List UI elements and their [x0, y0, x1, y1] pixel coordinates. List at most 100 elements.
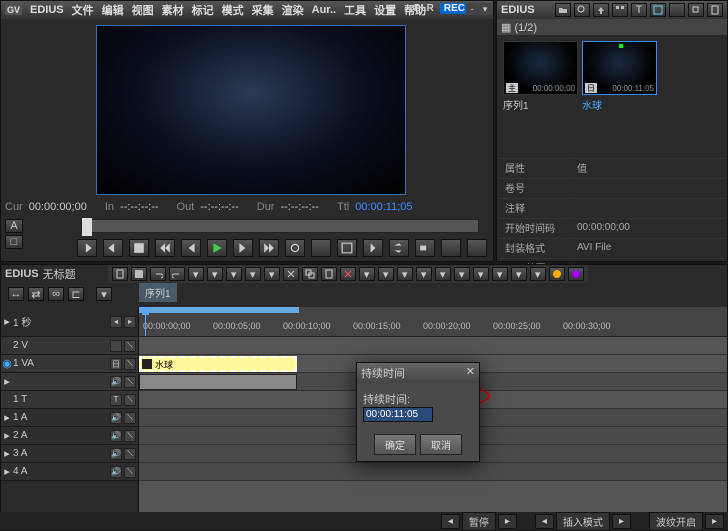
status-prev-icon[interactable]: ◂ [441, 514, 460, 529]
tl-undo-icon[interactable] [150, 267, 166, 281]
track-header-va2[interactable]: ▸🔊⟍ [1, 373, 138, 391]
menu-settings[interactable]: 设置 [374, 2, 396, 18]
track-header-1a[interactable]: ▸1 A🔊⟍ [1, 409, 138, 427]
track-expand[interactable]: ▸ [1, 375, 13, 388]
transport-extra1[interactable] [441, 239, 461, 257]
overwrite-button[interactable] [389, 239, 409, 257]
track-expand[interactable]: ▸ [1, 447, 13, 460]
bin-up-icon[interactable] [593, 3, 609, 17]
tl-ripple-icon[interactable]: ▾ [359, 267, 375, 281]
bin-search-icon[interactable] [574, 3, 590, 17]
speaker-icon[interactable]: 🔊 [110, 412, 122, 424]
range-bar[interactable] [139, 307, 299, 313]
track-menu-icon[interactable]: ⟍ [124, 448, 136, 460]
goto-out-button[interactable] [337, 239, 357, 257]
track-header-1va[interactable]: ◉1 VA日⟍ [1, 355, 138, 373]
cur-tc[interactable]: 00:00:00;00 [29, 201, 87, 213]
status-pause[interactable]: 暂停 [462, 512, 496, 531]
stop-button[interactable] [129, 239, 149, 257]
timescale-label[interactable]: 1 秒 [13, 314, 63, 329]
bin-cut-icon[interactable] [669, 3, 685, 17]
rec-tab[interactable]: REC [440, 3, 469, 14]
tl-tool10-icon[interactable]: ▾ [530, 267, 546, 281]
track-lock-icon[interactable] [110, 340, 122, 352]
track-menu-icon[interactable]: ⟍ [124, 430, 136, 442]
mode-link-icon[interactable]: ∞ [48, 287, 64, 301]
tl-render-icon[interactable] [549, 267, 565, 281]
set-in-button[interactable] [77, 239, 97, 257]
tl-split-icon[interactable]: ▾ [378, 267, 394, 281]
menu-mode[interactable]: 模式 [222, 2, 244, 18]
player-menu-icon[interactable]: ▾ [479, 3, 491, 15]
timeline-clip[interactable]: 水球 [139, 356, 297, 372]
tl-paste-icon[interactable] [321, 267, 337, 281]
scrubber-head[interactable] [82, 218, 92, 236]
track-expand[interactable]: ▸ [1, 465, 13, 478]
replace-button[interactable] [415, 239, 435, 257]
bin-breadcrumb[interactable]: ▦ (1/2) [497, 19, 727, 35]
tl-tool8-icon[interactable]: ▾ [492, 267, 508, 281]
timescale-ctrl[interactable]: ▸ [124, 316, 136, 328]
menu-tools[interactable]: 工具 [344, 2, 366, 18]
tl-redo-icon[interactable] [169, 267, 185, 281]
tl-save-icon[interactable] [131, 267, 147, 281]
prev-frame-button[interactable] [181, 239, 201, 257]
mode-dropdown-icon[interactable]: ▾ [96, 287, 112, 301]
tl-marker-icon[interactable]: ▾ [435, 267, 451, 281]
timeline-clip-audio[interactable] [139, 374, 297, 390]
track-expand[interactable]: ▸ [1, 411, 13, 424]
menu-file[interactable]: 文件 [72, 2, 94, 18]
track-expand[interactable]: ▸ [1, 429, 13, 442]
out-tc[interactable]: --:--:--:-- [200, 201, 238, 213]
timescale-expand[interactable]: ▸ [1, 315, 13, 328]
eye-icon[interactable]: ◉ [1, 357, 13, 370]
in-tc[interactable]: --:--:--:-- [120, 201, 158, 213]
player-scrubber[interactable] [81, 219, 479, 233]
track-header-1t[interactable]: 1 TT⟍ [1, 391, 138, 409]
transport-extra2[interactable] [467, 239, 487, 257]
duration-input[interactable] [363, 407, 433, 422]
tl-tool1-icon[interactable]: ▾ [188, 267, 204, 281]
tl-tool9-icon[interactable]: ▾ [511, 267, 527, 281]
status-insert-mode[interactable]: 插入模式 [556, 512, 610, 531]
tl-title-icon[interactable]: ▾ [416, 267, 432, 281]
status-next-icon2[interactable]: ▸ [612, 514, 631, 529]
preview-monitor[interactable] [96, 25, 406, 195]
mode-snap-icon[interactable]: ⊏ [68, 287, 84, 301]
bin-item-sequence[interactable]: 主00:00:00;00 序列1 [503, 41, 578, 114]
player-selector-a[interactable]: A [5, 219, 23, 233]
status-next-icon[interactable]: ▸ [498, 514, 517, 529]
menu-render[interactable]: 渲染 [282, 2, 304, 18]
tl-tool2-icon[interactable]: ▾ [207, 267, 223, 281]
tl-delete-icon[interactable] [340, 267, 356, 281]
insert-button[interactable] [363, 239, 383, 257]
status-prev-icon2[interactable]: ◂ [535, 514, 554, 529]
rewind-button[interactable] [155, 239, 175, 257]
player-min-icon[interactable]: - [466, 3, 478, 15]
next-frame-button[interactable] [233, 239, 253, 257]
track-menu-icon[interactable]: ⟍ [124, 412, 136, 424]
track-patch-icon[interactable]: T [110, 394, 122, 406]
dialog-titlebar[interactable]: 持续时间 ✕ [357, 363, 479, 383]
close-icon[interactable]: ✕ [466, 365, 475, 381]
set-out-button[interactable] [103, 239, 123, 257]
bin-copy-icon[interactable] [688, 3, 704, 17]
menu-clip[interactable]: 素材 [162, 2, 184, 18]
time-ruler[interactable]: 00:00:00;00 00:00:05;00 00:00:10;00 00:0… [139, 307, 727, 337]
tl-tool4-icon[interactable]: ▾ [245, 267, 261, 281]
status-next-icon3[interactable]: ▸ [705, 514, 724, 529]
track-lane-4a[interactable] [139, 463, 727, 481]
track-header-2a[interactable]: ▸2 A🔊⟍ [1, 427, 138, 445]
track-menu-icon[interactable]: ⟍ [124, 340, 136, 352]
bin-folder-icon[interactable] [555, 3, 571, 17]
ok-button[interactable]: 确定 [374, 434, 416, 455]
track-header-3a[interactable]: ▸3 A🔊⟍ [1, 445, 138, 463]
track-header-2v[interactable]: 2 V⟍ [1, 337, 138, 355]
tl-tool5-icon[interactable]: ▾ [264, 267, 280, 281]
tl-new-icon[interactable] [112, 267, 128, 281]
menu-marker[interactable]: 标记 [192, 2, 214, 18]
menu-capture[interactable]: 采集 [252, 2, 274, 18]
ffwd-button[interactable] [259, 239, 279, 257]
bin-layout-icon[interactable] [650, 3, 666, 17]
tl-tool6-icon[interactable]: ▾ [454, 267, 470, 281]
